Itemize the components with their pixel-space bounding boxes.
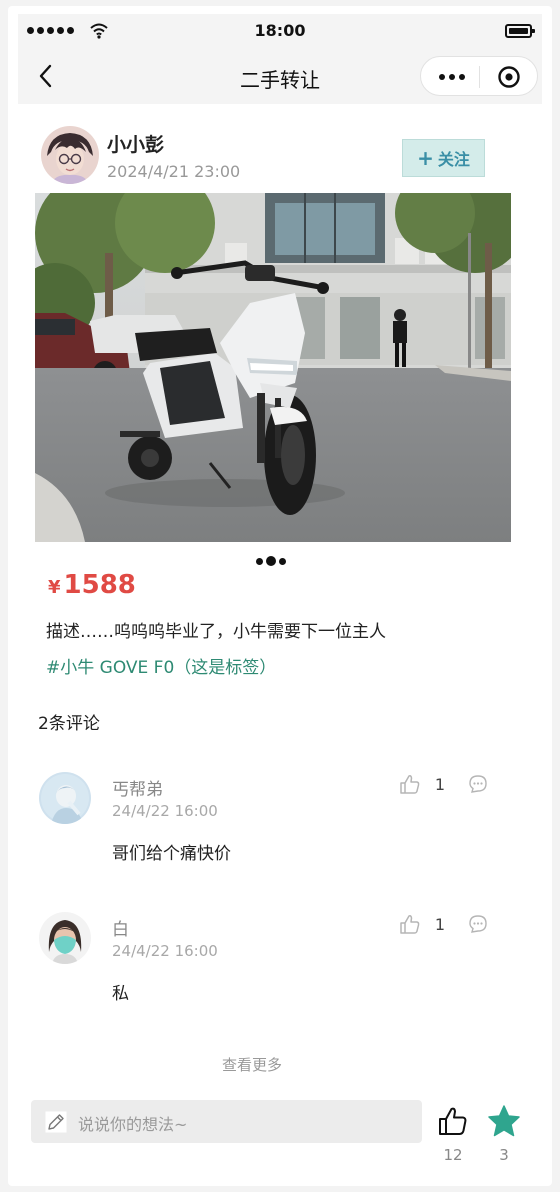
scooter-photo[interactable] (35, 193, 511, 542)
status-time: 18:00 (254, 21, 306, 40)
reply-bubble-icon[interactable] (468, 774, 488, 794)
reply-bubble-icon[interactable] (468, 914, 488, 934)
thumbs-up-icon[interactable] (399, 913, 421, 935)
author-name[interactable]: 小小彭 (107, 130, 164, 157)
phone-screen: 18:00 二手转让 小小彭 2024/4/21 23:00 + 关注 ¥ 15… (8, 6, 552, 1186)
pager-dot-active (266, 556, 276, 566)
view-more-link[interactable]: 查看更多 (8, 1054, 496, 1075)
follow-button[interactable]: + 关注 (402, 139, 485, 177)
status-bar: 18:00 (18, 14, 542, 48)
mini-program-capsule (420, 56, 538, 96)
author-avatar[interactable] (41, 126, 99, 184)
pager-dot (279, 557, 286, 565)
capsule-divider (479, 66, 480, 88)
close-miniprogram-icon[interactable] (497, 65, 521, 89)
nav-bar: 二手转让 (18, 48, 542, 104)
comment-input[interactable]: 说说你的想法~ (31, 1100, 422, 1143)
star-icon[interactable] (487, 1104, 521, 1138)
comment-text: 私 (112, 984, 129, 1004)
commenter-avatar[interactable] (39, 912, 91, 964)
pager-dot (256, 557, 263, 565)
comment-item: 白 24/4/22 16:00 私 1 (8, 912, 552, 1032)
pen-icon (45, 1111, 67, 1133)
comment-time: 24/4/22 16:00 (112, 802, 218, 820)
favorite-count: 3 (499, 1146, 509, 1164)
comment-item: 丐帮弟 24/4/22 16:00 哥们给个痛快价 1 (8, 772, 552, 892)
price-value: 1588 (63, 570, 136, 600)
like-icon[interactable] (437, 1105, 469, 1137)
commenter-name[interactable]: 白 (112, 915, 129, 940)
post-time: 2024/4/21 23:00 (107, 162, 241, 181)
plus-icon: + (417, 146, 434, 170)
comment-like-count: 1 (434, 915, 446, 934)
comment-count: 2条评论 (38, 714, 100, 734)
comment-text: 哥们给个痛快价 (112, 844, 231, 864)
thumbs-up-icon[interactable] (399, 773, 421, 795)
like-count: 12 (443, 1146, 463, 1164)
post-tags[interactable]: #小牛 GOVE F0（这是标签） (46, 653, 276, 678)
comment-like-count: 1 (434, 775, 446, 794)
commenter-name[interactable]: 丐帮弟 (112, 775, 163, 800)
image-pager (256, 556, 286, 566)
follow-label: 关注 (437, 150, 470, 169)
price: ¥1588 (48, 570, 136, 600)
commenter-avatar[interactable] (39, 772, 91, 824)
battery-icon (505, 24, 535, 38)
comment-time: 24/4/22 16:00 (112, 942, 218, 960)
post-description: 描述……呜呜呜毕业了，小牛需要下一位主人 (46, 622, 386, 642)
more-menu-icon[interactable] (439, 74, 465, 80)
currency-symbol: ¥ (48, 577, 61, 598)
comment-input-placeholder: 说说你的想法~ (78, 1115, 188, 1134)
